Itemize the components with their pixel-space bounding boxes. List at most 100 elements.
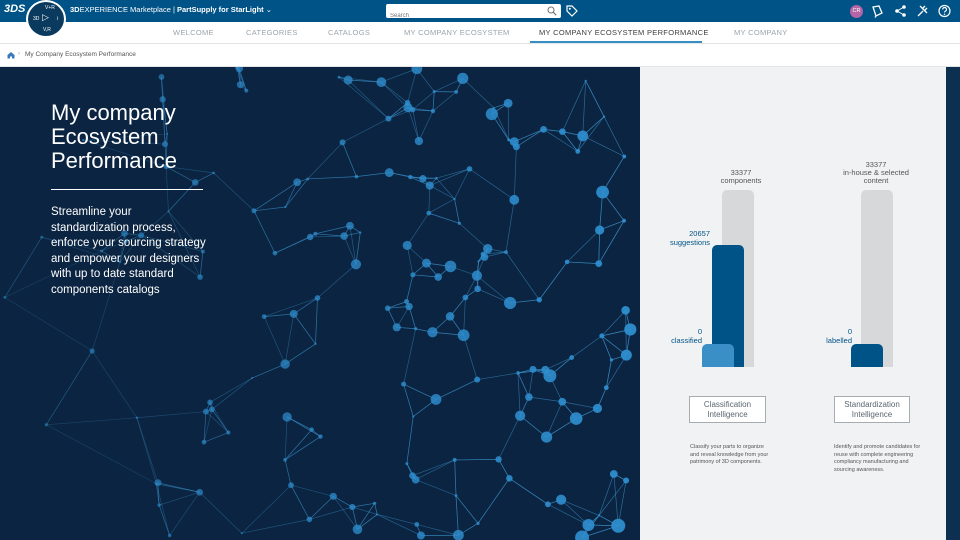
network-link (459, 223, 488, 250)
network-node (582, 519, 595, 532)
search-icon[interactable] (547, 6, 557, 16)
network-link (516, 129, 544, 148)
network-node (540, 431, 553, 443)
network-link (241, 484, 292, 534)
network-node (609, 358, 614, 362)
network-node (430, 394, 442, 405)
network-node (376, 513, 379, 516)
network-link (284, 416, 288, 460)
network-link (469, 168, 515, 201)
network-node (208, 406, 215, 413)
network-node (410, 272, 416, 278)
network-node (622, 218, 626, 223)
network-link (284, 459, 292, 486)
network-node (44, 423, 48, 427)
search-input[interactable] (386, 9, 536, 23)
network-node (515, 410, 526, 421)
network-link (432, 91, 457, 112)
network-link (389, 172, 423, 179)
network-node (226, 430, 231, 435)
network-node (240, 532, 243, 535)
network-link (252, 363, 286, 379)
network-link (403, 328, 416, 385)
network-node (288, 482, 294, 489)
top-bar: 3DS 3DEXPERIENCE Marketplace | PartSuppl… (0, 0, 960, 23)
tab-my-company-ecosystem[interactable]: MY COMPANY ECOSYSTEM (404, 28, 510, 37)
help-icon[interactable] (938, 4, 951, 18)
network-node (575, 530, 590, 540)
add-icon[interactable] (871, 4, 884, 18)
network-node (392, 323, 401, 332)
network-link (349, 225, 357, 265)
network-node (384, 168, 394, 177)
home-icon[interactable] (7, 51, 15, 59)
network-node (313, 231, 318, 236)
network-link (381, 68, 417, 83)
tab-catalogs[interactable]: CATALOGS (328, 28, 370, 37)
network-link (46, 350, 93, 425)
network-link (136, 417, 157, 484)
tools-icon[interactable] (916, 4, 929, 18)
avatar[interactable]: CR (850, 5, 863, 18)
network-link (418, 110, 434, 142)
network-node (454, 89, 459, 94)
share-icon[interactable] (894, 4, 907, 18)
classification-classified-bar (702, 344, 734, 367)
network-node (401, 381, 407, 387)
network-link (199, 491, 243, 534)
network-node (282, 412, 292, 422)
network-node (609, 470, 618, 478)
network-link (566, 229, 600, 263)
network-link (286, 416, 321, 437)
standardization-intelligence-button[interactable]: Standardization Intelligence (834, 396, 910, 423)
network-link (91, 350, 138, 418)
network-node (373, 501, 377, 505)
network-link (613, 473, 619, 526)
standardization-total-label: in-house & selected content (843, 168, 909, 185)
performance-panel: 33377 components 20657 suggestions 0 cla… (640, 67, 946, 540)
network-node (284, 205, 287, 209)
network-node (409, 472, 416, 480)
network-node (602, 115, 606, 118)
ds-logo-icon[interactable]: 3DS (4, 3, 25, 15)
network-node (272, 250, 278, 256)
network-link (310, 235, 345, 238)
active-tab-underline (530, 41, 702, 43)
network-link (406, 274, 414, 302)
network-node (419, 175, 427, 183)
tab-my-company[interactable]: MY COMPANY (734, 28, 788, 37)
network-link (505, 199, 515, 253)
network-link (528, 369, 534, 398)
network-link (562, 401, 598, 409)
network-node (421, 258, 431, 268)
breadcrumb-current[interactable]: My Company Ecosystem Performance (25, 51, 136, 58)
network-node (477, 260, 480, 263)
chevron-down-icon: ⌄ (265, 5, 273, 14)
network-link (315, 297, 318, 344)
network-node (452, 529, 464, 540)
network-link (169, 492, 200, 536)
network-link (352, 506, 378, 515)
network-link (158, 505, 170, 536)
network-node (414, 327, 418, 331)
network-node (403, 103, 413, 113)
labelled-label: 0 labelled (790, 327, 852, 345)
title-divider (51, 189, 203, 190)
app-title[interactable]: 3DEXPERIENCE Marketplace | PartSupply fo… (70, 5, 272, 14)
network-link (156, 483, 170, 536)
network-node (430, 108, 436, 114)
network-link (136, 411, 206, 419)
compass-icon[interactable]: V+R 3D ▷ i V,R (26, 0, 66, 38)
network-node (167, 533, 172, 538)
network-node (425, 181, 434, 190)
network-node (503, 98, 513, 108)
classification-intelligence-button[interactable]: Classification Intelligence (689, 396, 766, 423)
network-link (598, 480, 627, 516)
tab-my-company-ecosystem-performance[interactable]: MY COMPANY ECOSYSTEM PERFORMANCE (539, 28, 709, 37)
network-node (427, 327, 438, 338)
network-link (538, 261, 568, 300)
tag-icon[interactable] (566, 5, 578, 17)
tab-welcome[interactable]: WELCOME (173, 28, 214, 37)
network-node (201, 439, 207, 445)
tab-categories[interactable]: CATEGORIES (246, 28, 298, 37)
